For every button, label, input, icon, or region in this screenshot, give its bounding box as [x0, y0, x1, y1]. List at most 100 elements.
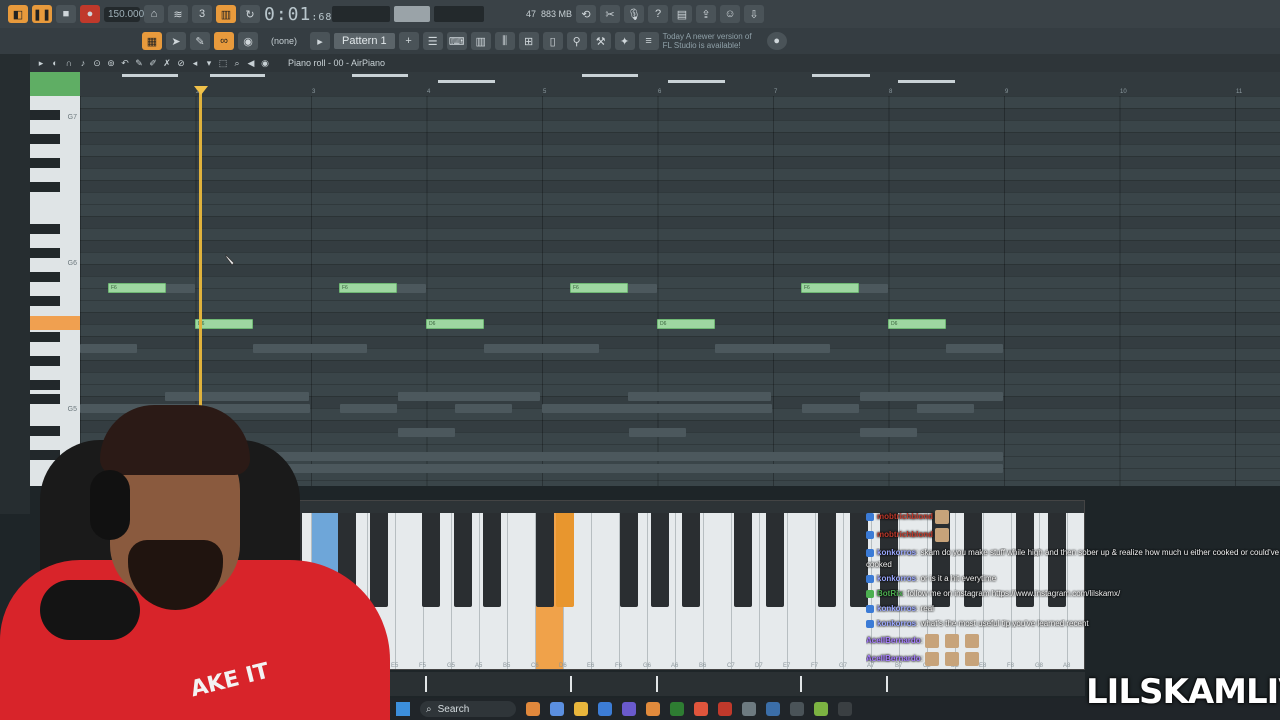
delete-tool-icon[interactable]: ✗ [162, 58, 172, 68]
tools-icon[interactable]: ⚒ [590, 32, 611, 50]
ruler-marker [668, 80, 725, 83]
zoom-icon[interactable]: ⌕ [232, 58, 242, 68]
keyboard-scroll-handle[interactable] [30, 72, 80, 96]
store-icon[interactable] [598, 702, 612, 716]
mixer-icon[interactable]: ⫼ [494, 32, 515, 50]
minecraft-icon[interactable] [814, 702, 828, 716]
brush-icon[interactable]: ✎ [190, 32, 210, 50]
pencil-icon[interactable]: ✎ [134, 58, 144, 68]
preset-select[interactable]: (none) [262, 36, 306, 46]
black-key[interactable] [30, 134, 60, 144]
note-f6[interactable]: F6 [339, 283, 397, 293]
note-d6[interactable]: D6 [195, 319, 253, 329]
black-key[interactable] [30, 248, 60, 258]
playhead-marker-icon[interactable] [194, 86, 208, 95]
play-note-icon[interactable]: ♪ [78, 58, 88, 68]
plugin-icon[interactable]: ▯ [542, 32, 563, 50]
strip-marker [425, 676, 427, 692]
highlighted-key[interactable] [30, 316, 80, 330]
metronome-icon[interactable]: ⌂ [144, 5, 164, 23]
playback-icon[interactable]: ◀ [246, 58, 256, 68]
countdown-icon[interactable]: 3 [192, 5, 212, 23]
note-f6[interactable]: F6 [801, 283, 859, 293]
excel-icon[interactable] [670, 702, 684, 716]
app-icon[interactable] [718, 702, 732, 716]
pattern-selector[interactable]: Pattern 1 [334, 33, 395, 49]
menu-icon[interactable]: ≡ [638, 32, 659, 50]
loop-record-icon[interactable]: ↻ [240, 5, 260, 23]
undo-small-icon[interactable]: ↶ [120, 58, 130, 68]
pattern-song-toggle[interactable]: ◧ [8, 5, 28, 23]
mute-tool-icon[interactable]: ⊘ [176, 58, 186, 68]
settings-icon[interactable] [742, 702, 756, 716]
channel-rack-icon[interactable]: ▥ [470, 32, 491, 50]
file-explorer-icon[interactable] [574, 702, 588, 716]
undo-icon[interactable]: ⟲ [576, 5, 596, 23]
secondary-toolbar: ▦ ➤ ✎ ∞ ◉ (none) ▸ Pattern 1 + ☰ ⌨ ▥ ⫼ ⊞… [0, 28, 1280, 54]
black-key[interactable] [30, 356, 60, 366]
copilot-icon[interactable] [550, 702, 564, 716]
export-icon[interactable]: ⇪ [696, 5, 716, 23]
windows-start-icon[interactable] [396, 702, 410, 716]
wait-input-icon[interactable]: ≋ [168, 5, 188, 23]
black-key [682, 513, 700, 607]
news-icon[interactable]: ● [766, 32, 787, 50]
slice-icon[interactable]: ◂ [190, 58, 200, 68]
pause-button[interactable]: ❚❚ [32, 5, 52, 23]
download-icon[interactable]: ⇩ [744, 5, 764, 23]
discord-icon[interactable] [622, 702, 636, 716]
note-f6[interactable]: F6 [108, 283, 166, 293]
stamp-icon[interactable]: ◉ [238, 32, 258, 50]
mic-input-icon[interactable]: ⚲ [566, 32, 587, 50]
chat-icon[interactable]: ☺ [720, 5, 740, 23]
select-icon[interactable]: ▾ [204, 58, 214, 68]
speaker-icon[interactable]: ◉ [260, 58, 270, 68]
black-key[interactable] [30, 332, 60, 342]
step-edit-icon[interactable]: ▥ [216, 5, 236, 23]
wand-icon[interactable]: ✦ [614, 32, 635, 50]
black-key[interactable] [30, 272, 60, 282]
magnet-icon[interactable]: ◐ [50, 58, 60, 68]
step-icon[interactable]: ⊚ [106, 58, 116, 68]
paint-icon[interactable]: ✐ [148, 58, 158, 68]
brave-icon[interactable] [694, 702, 708, 716]
tempo-display[interactable]: 150.000 [104, 6, 144, 22]
pattern-prev-icon[interactable]: ▸ [310, 32, 330, 50]
snap-icon[interactable]: ▦ [142, 32, 162, 50]
black-key[interactable] [30, 110, 60, 120]
steam-icon[interactable] [766, 702, 780, 716]
chat-badge-icon [866, 548, 874, 557]
note-d6[interactable]: D6 [426, 319, 484, 329]
fl-studio-icon[interactable] [646, 702, 660, 716]
pattern-add-icon[interactable]: + [398, 32, 419, 50]
zoom-select-icon[interactable]: ⬚ [218, 58, 228, 68]
taskbar-search[interactable]: ⌕ Search [420, 701, 516, 717]
video-4k-icon[interactable] [838, 702, 852, 716]
help-icon[interactable]: ? [648, 5, 668, 23]
black-key[interactable] [30, 158, 60, 168]
browser-icon[interactable]: ⊞ [518, 32, 539, 50]
master-volume-slider[interactable] [394, 6, 430, 22]
black-key[interactable] [30, 224, 60, 234]
black-key[interactable] [30, 182, 60, 192]
record-button[interactable]: ● [80, 5, 100, 23]
expand-arrow-icon[interactable]: ▸ [36, 58, 46, 68]
pizza-widget-icon[interactable] [526, 702, 540, 716]
mic-icon[interactable]: 🎙 [624, 5, 644, 23]
terminal-icon[interactable] [790, 702, 804, 716]
link-icon[interactable]: ∞ [214, 32, 234, 50]
save-icon[interactable]: ▤ [672, 5, 692, 23]
black-key[interactable] [30, 296, 60, 306]
note-f6[interactable]: F6 [570, 283, 628, 293]
playhead[interactable] [199, 88, 202, 418]
news-ticker[interactable]: Today A newer version of FL Studio is ava… [663, 32, 763, 50]
cut-icon[interactable]: ✂ [600, 5, 620, 23]
playlist-icon[interactable]: ☰ [422, 32, 443, 50]
piano-roll-icon[interactable]: ⌨ [446, 32, 467, 50]
snap-toggle-icon[interactable]: ∩ [64, 58, 74, 68]
record-icon[interactable]: ⊙ [92, 58, 102, 68]
stop-button[interactable]: ■ [56, 5, 76, 23]
note-d6[interactable]: D6 [657, 319, 715, 329]
arrow-icon[interactable]: ➤ [166, 32, 186, 50]
note-d6[interactable]: D6 [888, 319, 946, 329]
